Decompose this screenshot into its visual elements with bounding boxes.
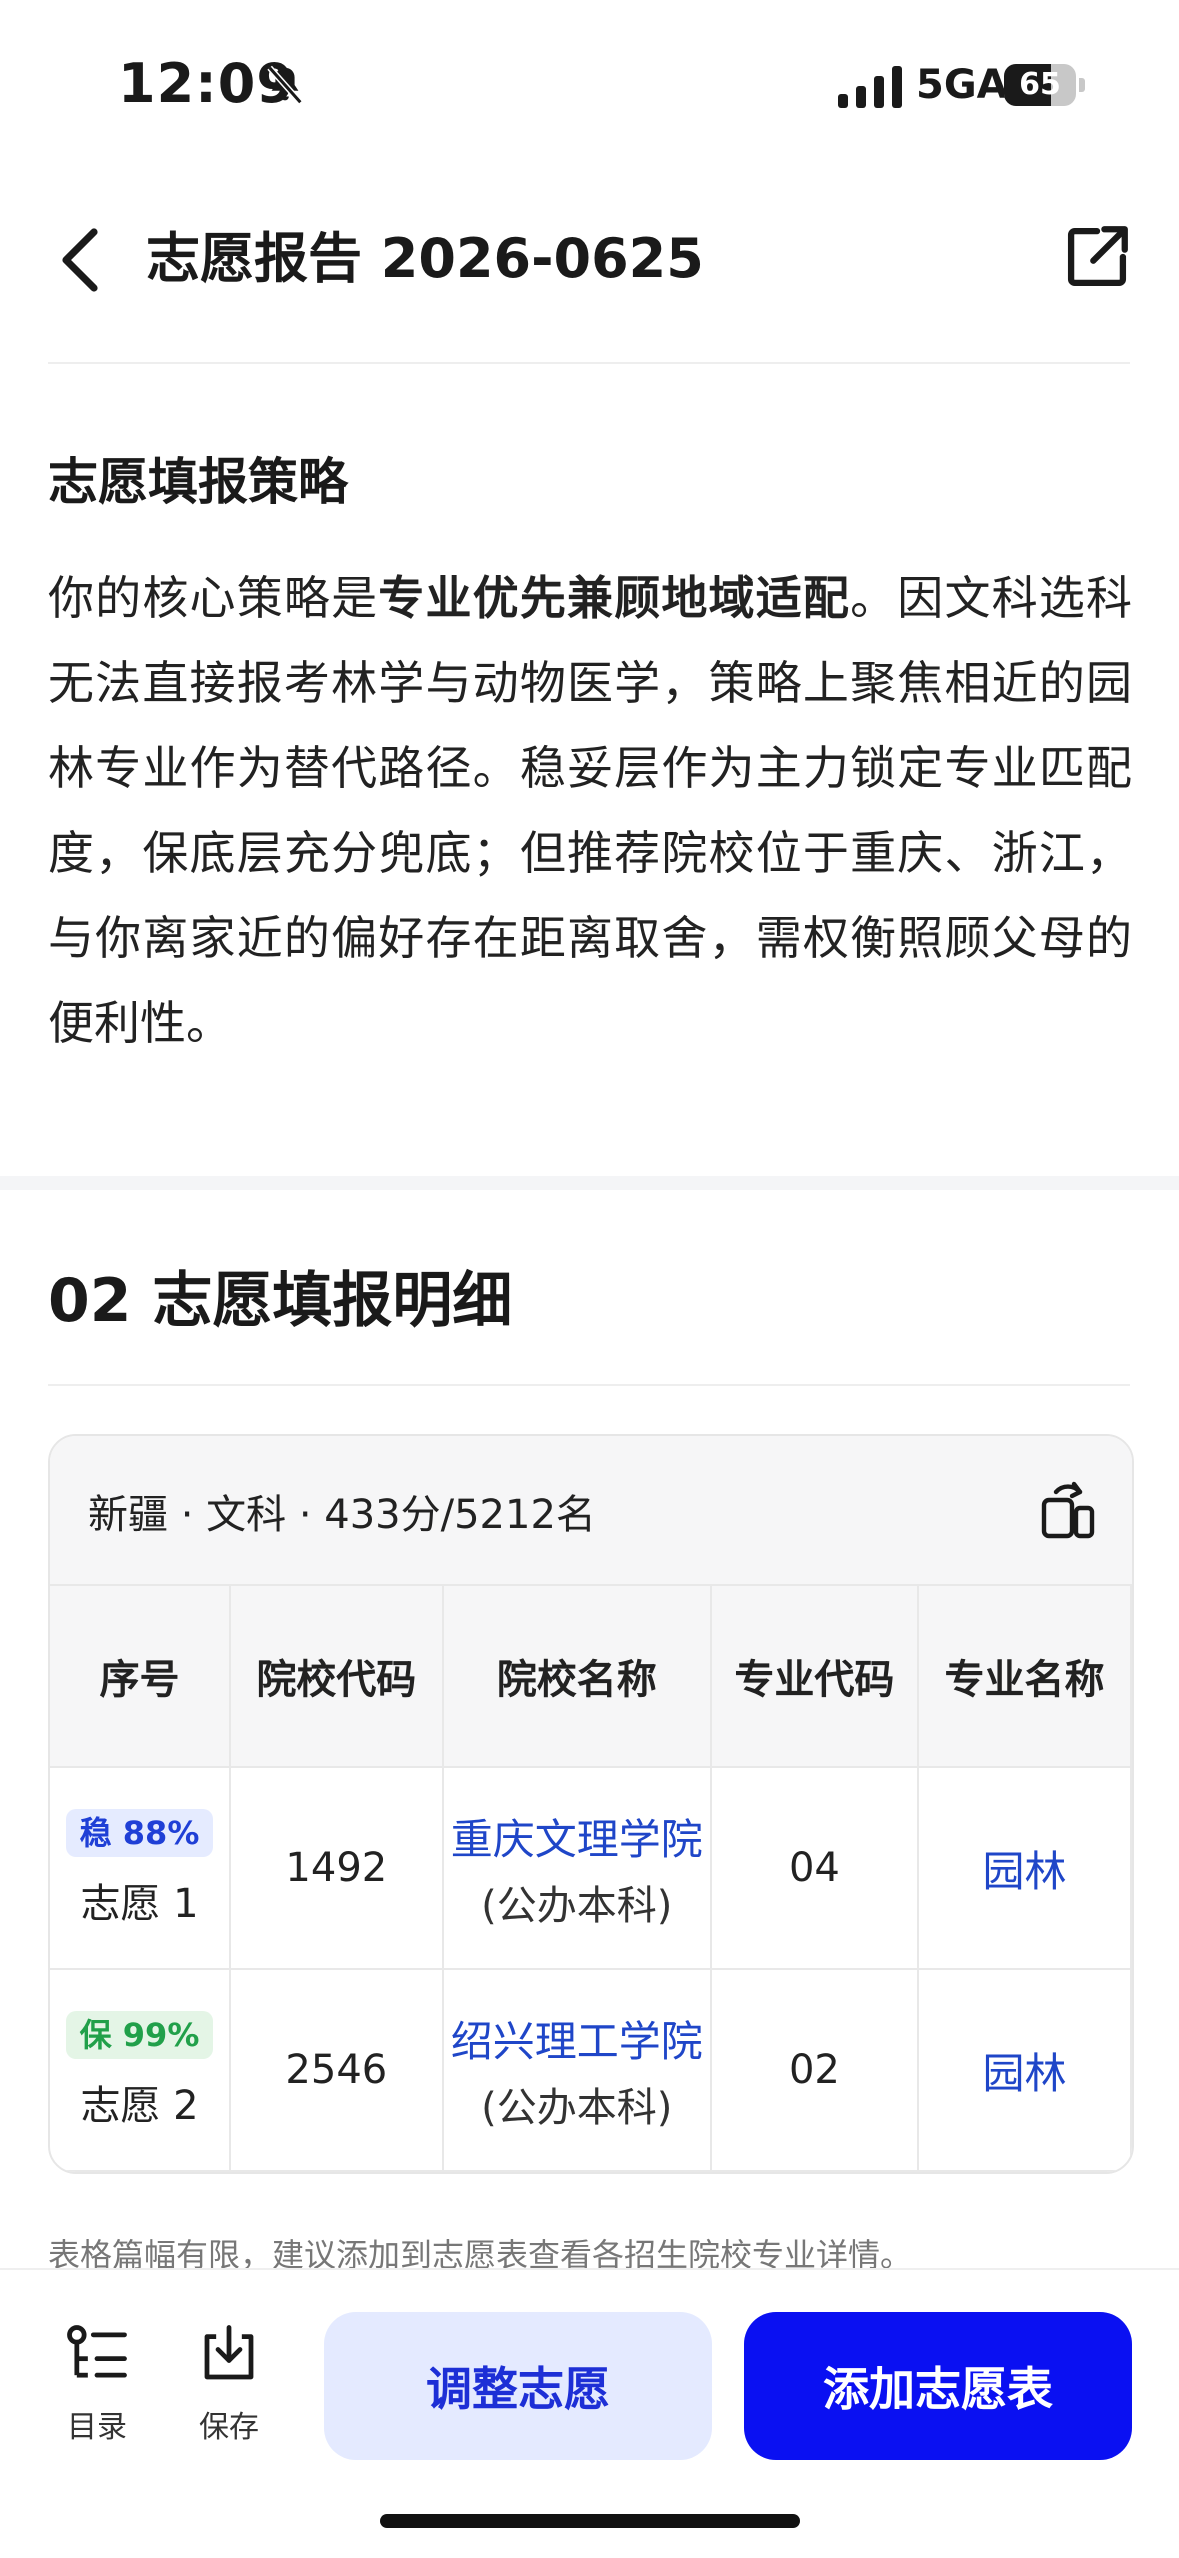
battery-level: 65 bbox=[1019, 67, 1061, 102]
col-header-major-code: 专业代码 bbox=[710, 1586, 920, 1768]
major-code-cell: 04 bbox=[710, 1767, 920, 1970]
catalog-list-icon bbox=[67, 2325, 127, 2378]
section-separator bbox=[0, 1176, 1179, 1190]
probability-badge: 保 99% bbox=[65, 2010, 214, 2059]
major-code-cell: 02 bbox=[710, 1969, 920, 2172]
school-name-cell[interactable]: 重庆文理学院 (公办本科) bbox=[442, 1767, 712, 1970]
table-header-row: 序号 院校代码 院校名称 专业代码 专业名称 bbox=[50, 1586, 1132, 1768]
table-row: 保 99% 志愿 2 2546 绍兴理工学院 (公办本科) 02 园林 bbox=[50, 1969, 1132, 2172]
col-header-school-code: 院校代码 bbox=[230, 1586, 444, 1768]
battery-icon: 65 bbox=[1004, 64, 1086, 106]
major-link[interactable]: 园林 bbox=[983, 1847, 1067, 1896]
probability-badge: 稳 88% bbox=[65, 1808, 214, 1857]
school-link[interactable]: 重庆文理学院 bbox=[444, 1806, 710, 1867]
add-volunteer-table-button[interactable]: 添加志愿表 bbox=[744, 2312, 1132, 2460]
download-save-icon bbox=[204, 2325, 254, 2380]
score-summary: 新疆 · 文科 · 433分/5212名 bbox=[88, 1492, 596, 1538]
major-name-cell[interactable]: 园林 bbox=[918, 1969, 1132, 2172]
col-header-school-name: 院校名称 bbox=[442, 1586, 712, 1768]
save-button[interactable]: 保存 bbox=[174, 2322, 284, 2446]
strategy-text: 你的核心策略是专业优先兼顾地域适配。因文科选科无法直接报考林学与动物医学，策略上… bbox=[48, 571, 1133, 1050]
school-code-cell: 2546 bbox=[230, 1969, 444, 2172]
volunteer-table: 序号 院校代码 院校名称 专业代码 专业名称 稳 88% 志愿 1 1492 重… bbox=[50, 1586, 1132, 2172]
school-type: (公办本科) bbox=[481, 2084, 673, 2131]
adjust-volunteer-button[interactable]: 调整志愿 bbox=[324, 2312, 712, 2460]
col-header-index: 序号 bbox=[50, 1586, 232, 1768]
page-title: 志愿报告 2026-0625 bbox=[146, 227, 704, 290]
network-type: 5GA bbox=[916, 62, 1008, 108]
major-link[interactable]: 园林 bbox=[983, 2049, 1067, 2098]
choice-label: 志愿 2 bbox=[80, 2082, 199, 2129]
major-name-cell[interactable]: 园林 bbox=[918, 1767, 1132, 1970]
save-label: 保存 bbox=[199, 2410, 259, 2445]
row-index-cell: 稳 88% 志愿 1 bbox=[50, 1767, 232, 1970]
choice-label: 志愿 1 bbox=[80, 1880, 199, 1927]
table-note: 表格篇幅有限，建议添加到志愿表查看各招生院校专业详情。 bbox=[48, 2236, 913, 2270]
catalog-button[interactable]: 目录 bbox=[42, 2322, 152, 2446]
school-link[interactable]: 绍兴理工学院 bbox=[444, 2008, 710, 2069]
detail-table-card: 新疆 · 文科 · 433分/5212名 序号 院校代码 院校名称 专业代码 专… bbox=[48, 1434, 1134, 2174]
share-icon[interactable] bbox=[1060, 220, 1134, 294]
strategy-title: 志愿填报策略 bbox=[48, 453, 348, 511]
school-code-cell: 1492 bbox=[230, 1767, 444, 1970]
home-indicator[interactable] bbox=[380, 2514, 800, 2528]
catalog-label: 目录 bbox=[67, 2410, 127, 2445]
rotate-screen-icon[interactable] bbox=[1040, 1480, 1096, 1540]
col-header-major-name: 专业名称 bbox=[918, 1586, 1132, 1768]
row-index-cell: 保 99% 志愿 2 bbox=[50, 1969, 232, 2172]
page-header: 志愿报告 2026-0625 bbox=[0, 170, 1179, 364]
back-arrow-icon[interactable] bbox=[50, 220, 110, 300]
school-type: (公办本科) bbox=[481, 1882, 673, 1929]
bell-slash-icon bbox=[267, 65, 303, 105]
detail-title: 02 志愿填报明细 bbox=[48, 1266, 513, 1336]
cellular-signal-icon bbox=[838, 66, 902, 108]
divider bbox=[48, 1384, 1130, 1386]
divider bbox=[48, 362, 1130, 364]
status-bar: 12:09 5GA 65 bbox=[0, 0, 1179, 170]
table-summary-bar: 新疆 · 文科 · 433分/5212名 bbox=[50, 1436, 1132, 1586]
strategy-highlight: 专业优先兼顾地域适配 bbox=[378, 571, 851, 625]
table-row: 稳 88% 志愿 1 1492 重庆文理学院 (公办本科) 04 园林 bbox=[50, 1767, 1132, 1970]
school-name-cell[interactable]: 绍兴理工学院 (公办本科) bbox=[442, 1969, 712, 2172]
